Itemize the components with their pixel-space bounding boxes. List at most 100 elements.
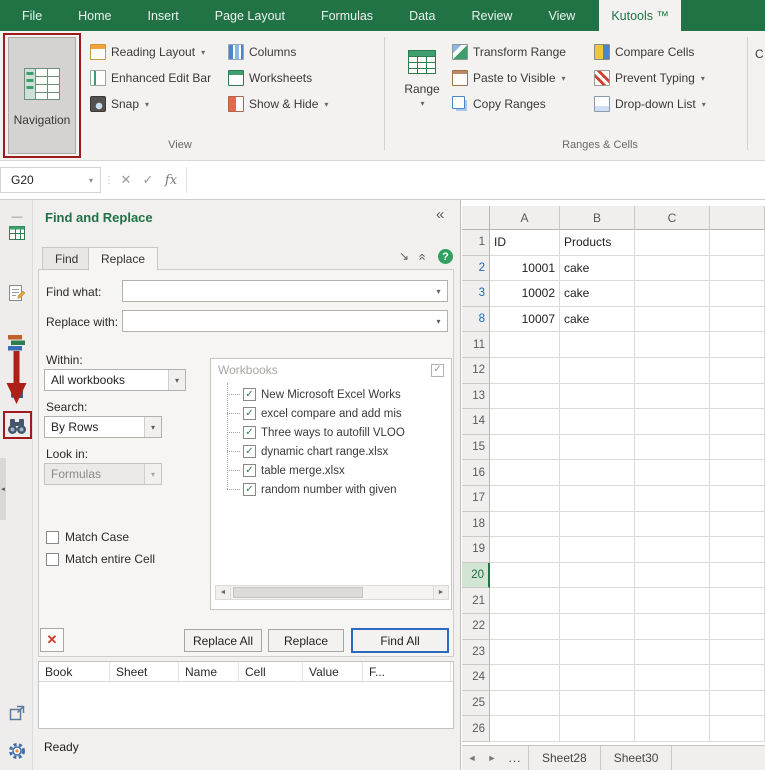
cell-d14[interactable] <box>710 409 765 435</box>
cell-c11[interactable] <box>635 332 710 358</box>
cell-d11[interactable] <box>710 332 765 358</box>
cell-d21[interactable] <box>710 588 765 614</box>
resource-library-icon[interactable] <box>6 282 28 304</box>
row-header-20[interactable]: 20 <box>462 562 490 589</box>
cell-c2[interactable] <box>635 255 710 282</box>
cell-d22[interactable] <box>710 613 765 640</box>
chevron-down-icon[interactable]: ▾ <box>168 370 185 390</box>
insert-function-icon[interactable]: fx <box>160 167 182 193</box>
cell-a2[interactable]: 10001 <box>490 255 560 282</box>
workbook-tree-item[interactable]: ✓ random number with given <box>219 480 445 499</box>
find-replace-icon[interactable] <box>6 415 28 437</box>
sheet-nav-right-icon[interactable]: ► <box>482 753 502 763</box>
worksheets-navigation-icon[interactable] <box>6 222 28 244</box>
tab-replace[interactable]: Replace <box>88 247 159 271</box>
cell-d25[interactable] <box>710 690 765 717</box>
cell-b14[interactable] <box>560 409 635 435</box>
cell-b23[interactable] <box>560 639 635 666</box>
name-box[interactable]: G20 ▾ <box>0 167 101 193</box>
cell-a22[interactable] <box>490 613 560 640</box>
search-dropdown[interactable]: By Rows ▾ <box>44 416 162 438</box>
cell-d15[interactable] <box>710 434 765 461</box>
replace-all-button[interactable]: Replace All <box>184 629 262 652</box>
workbook-tree-item[interactable]: ✓ dynamic chart range.xlsx <box>219 442 445 461</box>
cell-d16[interactable] <box>710 460 765 486</box>
ribbon-tab-formulas[interactable]: Formulas <box>309 0 385 31</box>
row-header-25[interactable]: 25 <box>462 690 490 717</box>
match-entire-cell-checkbox[interactable]: Match entire Cell <box>46 552 155 566</box>
navigation-button[interactable]: Navigation <box>8 37 76 154</box>
row-header-11[interactable]: 11 <box>462 332 490 358</box>
scroll-left-icon[interactable]: ◄ <box>216 586 231 599</box>
results-column-sheet[interactable]: Sheet <box>110 662 179 681</box>
find-all-button[interactable]: Find All <box>351 628 449 653</box>
cell-d1[interactable] <box>710 230 765 256</box>
delete-result-button[interactable]: ✕ <box>40 628 64 652</box>
cell-d3[interactable] <box>710 281 765 307</box>
cell-d19[interactable] <box>710 537 765 563</box>
cell-a19[interactable] <box>490 537 560 563</box>
column-header-b[interactable]: B <box>560 206 635 230</box>
row-header-19[interactable]: 19 <box>462 537 490 563</box>
cell-c12[interactable] <box>635 357 710 384</box>
cell-b2[interactable]: cake <box>560 255 635 282</box>
chevron-down-icon[interactable]: ▾ <box>430 311 447 331</box>
cell-d18[interactable] <box>710 511 765 538</box>
ribbon-tab-file[interactable]: File <box>10 0 54 31</box>
cell-a16[interactable] <box>490 460 560 486</box>
cell-c14[interactable] <box>635 409 710 435</box>
cell-c15[interactable] <box>635 434 710 461</box>
cell-b3[interactable]: cake <box>560 281 635 307</box>
ribbon-button-snap[interactable]: Snap ▾ <box>86 93 215 115</box>
workbook-tree-item[interactable]: ✓ table merge.xlsx <box>219 461 445 480</box>
cell-b11[interactable] <box>560 332 635 358</box>
ribbon-button-drop-down-list[interactable]: Drop-down List ▾ <box>590 93 710 115</box>
row-header-15[interactable]: 15 <box>462 434 490 461</box>
cell-a12[interactable] <box>490 357 560 384</box>
results-column-name[interactable]: Name <box>179 662 239 681</box>
horizontal-scrollbar[interactable]: ◄ ► <box>215 585 449 600</box>
cell-b12[interactable] <box>560 357 635 384</box>
find-what-input[interactable]: ▾ <box>122 280 448 302</box>
row-header-13[interactable]: 13 <box>462 383 490 410</box>
help-icon[interactable]: ? <box>438 249 453 264</box>
pane-resize-handle[interactable]: ◂ <box>0 458 6 520</box>
cell-c24[interactable] <box>635 665 710 691</box>
cell-c1[interactable] <box>635 230 710 256</box>
replace-with-input[interactable]: ▾ <box>122 310 448 332</box>
sheet-nav-left-icon[interactable]: ◄ <box>462 753 482 763</box>
cell-b17[interactable] <box>560 485 635 512</box>
range-button[interactable]: Range ▾ <box>397 41 447 147</box>
cell-d12[interactable] <box>710 357 765 384</box>
cell-a11[interactable] <box>490 332 560 358</box>
ribbon-tab-insert[interactable]: Insert <box>136 0 191 31</box>
cell-b19[interactable] <box>560 537 635 563</box>
cell-c17[interactable] <box>635 485 710 512</box>
checkbox-icon[interactable]: ✓ <box>243 445 256 458</box>
row-header-21[interactable]: 21 <box>462 588 490 614</box>
cell-c13[interactable] <box>635 383 710 410</box>
cell-a23[interactable] <box>490 639 560 666</box>
ribbon-tab-kutools[interactable]: Kutools ™ <box>599 0 682 31</box>
ribbon-button-transform-range[interactable]: Transform Range <box>448 41 570 63</box>
scroll-right-icon[interactable]: ► <box>433 586 448 599</box>
row-header-12[interactable]: 12 <box>462 357 490 384</box>
cell-b26[interactable] <box>560 716 635 742</box>
results-column-book[interactable]: Book <box>39 662 110 681</box>
cell-b1[interactable]: Products <box>560 230 635 256</box>
checkbox-icon[interactable]: ✓ <box>243 388 256 401</box>
ribbon-button-copy-ranges[interactable]: Copy Ranges <box>448 93 570 115</box>
cell-d20[interactable] <box>710 562 765 589</box>
name-box-dropdown-icon[interactable]: ▾ <box>82 176 100 185</box>
cell-d8[interactable] <box>710 306 765 333</box>
cell-c16[interactable] <box>635 460 710 486</box>
cell-d13[interactable] <box>710 383 765 410</box>
cell-b20[interactable] <box>560 562 635 589</box>
ribbon-tab-view[interactable]: View <box>536 0 587 31</box>
column-header-a[interactable]: A <box>490 206 560 230</box>
settings-gear-icon[interactable] <box>6 740 28 762</box>
cell-a18[interactable] <box>490 511 560 538</box>
workbook-tree-item[interactable]: ✓ New Microsoft Excel Works <box>219 385 445 404</box>
ribbon-tab-home[interactable]: Home <box>66 0 123 31</box>
collapse-sections-icon[interactable]: « <box>416 253 431 259</box>
